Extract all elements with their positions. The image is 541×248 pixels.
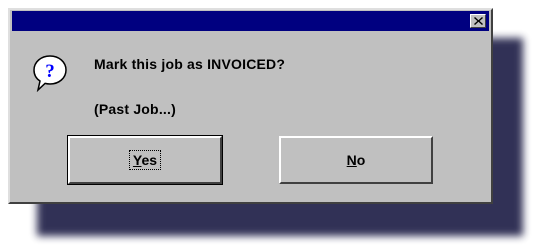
screen: ? Mark this job as INVOICED? (Past Job..… — [0, 0, 541, 248]
question-icon: ? — [33, 55, 67, 92]
confirm-dialog: ? Mark this job as INVOICED? (Past Job..… — [8, 8, 493, 204]
yes-mnemonic: Y — [132, 152, 142, 168]
yes-label-rest: es — [141, 152, 158, 168]
dialog-submessage: (Past Job...) — [94, 101, 176, 117]
no-label-rest: o — [356, 152, 366, 168]
no-mnemonic: N — [346, 152, 357, 168]
close-button[interactable] — [470, 14, 486, 28]
svg-text:?: ? — [45, 61, 55, 82]
title-bar[interactable] — [12, 11, 489, 31]
dialog-message: Mark this job as INVOICED? — [94, 56, 286, 72]
close-x-icon — [473, 17, 483, 25]
yes-button[interactable]: Yes — [67, 135, 223, 185]
yes-button-label: Yes — [128, 150, 162, 170]
no-button[interactable]: No — [279, 136, 433, 184]
no-button-label: No — [343, 150, 370, 170]
